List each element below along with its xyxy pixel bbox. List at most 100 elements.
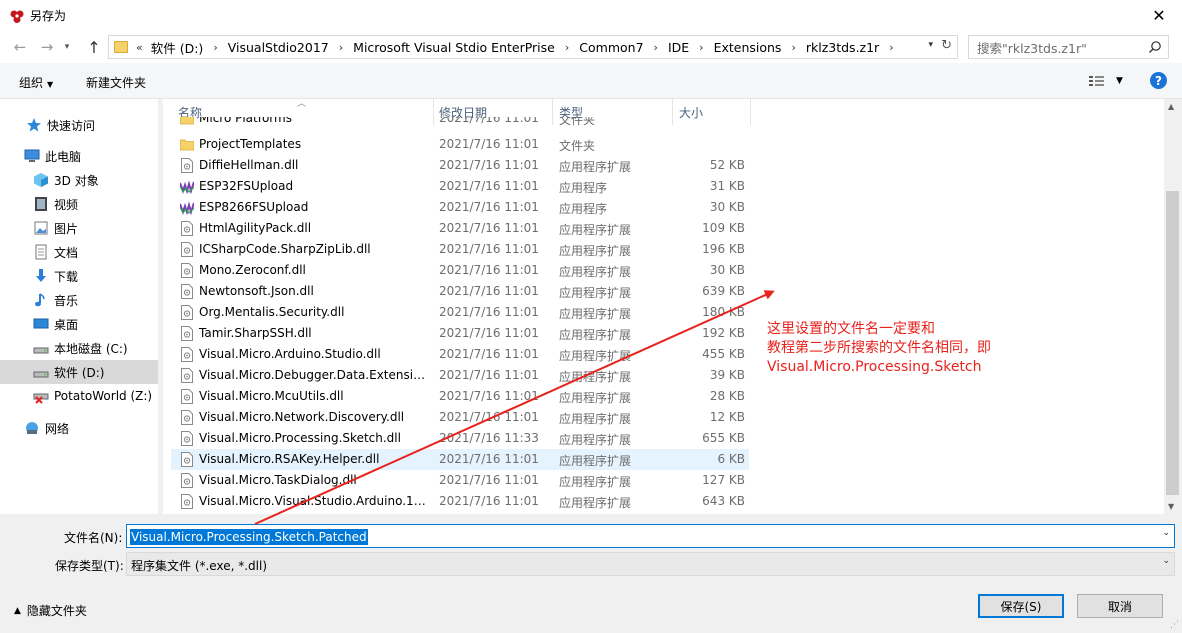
filetype-select[interactable]: 程序集文件 (*.exe, *.dll) ⌄: [126, 552, 1175, 576]
search-icon[interactable]: [1148, 40, 1162, 54]
file-name: Visual.Micro.Network.Discovery.dll: [199, 410, 405, 424]
file-size: 52 KB: [709, 158, 745, 172]
file-row[interactable]: DiffieHellman.dll 2021/7/16 11:01 应用程序扩展 52…: [171, 155, 749, 176]
file-row[interactable]: Visual.Micro.Debugger.Data.Extensio... 20…: [171, 365, 749, 386]
file-row[interactable]: Micro Platforms 2021/7/16 11:01 文件夹: [171, 117, 749, 129]
breadcrumb-separator-icon[interactable]: ›: [339, 41, 343, 54]
file-name: Visual.Micro.McuUtils.dll: [199, 389, 344, 403]
filename-dropdown-chevron-icon[interactable]: ⌄: [1162, 528, 1170, 538]
column-divider[interactable]: [750, 99, 751, 125]
search-input[interactable]: 搜索"rklz3tds.z1r": [968, 35, 1169, 59]
filetype-label: 保存类型(T):: [55, 559, 124, 573]
sidebar-item[interactable]: 文档: [0, 240, 158, 264]
file-row[interactable]: ESP32FSUpload 2021/7/16 11:01 应用程序 31 KB: [171, 176, 749, 197]
file-row[interactable]: Tamir.SharpSSH.dll 2021/7/16 11:01 应用程序扩展 1…: [171, 323, 749, 344]
breadcrumb-item[interactable]: Common7: [579, 40, 643, 55]
scroll-down-icon[interactable]: ▼: [1168, 502, 1174, 511]
file-size: 12 KB: [709, 410, 745, 424]
vertical-scrollbar[interactable]: ▲ ▼: [1164, 99, 1181, 514]
new-folder-button[interactable]: 新建文件夹: [86, 74, 146, 91]
breadcrumb-separator-icon[interactable]: ›: [791, 41, 795, 54]
sidebar-item[interactable]: 快速访问: [0, 113, 158, 137]
back-arrow-icon[interactable]: ←: [10, 38, 30, 56]
file-row[interactable]: Visual.Micro.Visual.Studio.Arduino.15...…: [171, 491, 749, 512]
filetype-dropdown-chevron-icon[interactable]: ⌄: [1162, 556, 1170, 566]
file-size: 39 KB: [709, 368, 745, 382]
view-options-button[interactable]: ▼: [1088, 73, 1124, 89]
filename-input[interactable]: Visual.Micro.Processing.Sketch.Patched ⌄: [126, 524, 1175, 548]
file-row[interactable]: Newtonsoft.Json.dll 2021/7/16 11:01 应用程序扩展…: [171, 281, 749, 302]
breadcrumb: « 软件 (D:) › VisualStdio2017 › Microsoft Visu…: [136, 38, 904, 57]
breadcrumb-separator-icon[interactable]: ›: [699, 41, 703, 54]
breadcrumb-item[interactable]: 软件 (D:): [151, 38, 204, 57]
file-row[interactable]: Visual.Micro.RSAKey.Helper.dll 2021/7/16 …: [171, 449, 749, 470]
file-row[interactable]: ICSharpCode.SharpZipLib.dll 2021/7/16 11:…: [171, 239, 749, 260]
sidebar-item[interactable]: 3D 对象: [0, 168, 158, 192]
dll-icon: [180, 158, 194, 173]
sidebar-item[interactable]: 图片: [0, 216, 158, 240]
sidebar-item-label: 图片: [54, 221, 79, 236]
address-dropdown-chevron-icon[interactable]: ▾: [928, 40, 933, 50]
sidebar-item[interactable]: 下载: [0, 264, 158, 288]
file-row[interactable]: HtmlAgilityPack.dll 2021/7/16 11:01 应用程序扩展…: [171, 218, 749, 239]
breadcrumb-separator-icon[interactable]: ›: [654, 41, 658, 54]
file-row[interactable]: ProjectTemplates 2021/7/16 11:01 文件夹: [171, 134, 749, 155]
sidebar-item[interactable]: 桌面: [0, 312, 158, 336]
breadcrumb-item[interactable]: Microsoft Visual Stdio EnterPrise: [353, 40, 555, 55]
resize-grip-icon[interactable]: ⋰: [1170, 620, 1179, 630]
sidebar-item[interactable]: 视频: [0, 192, 158, 216]
file-date: 2021/7/16 11:01: [439, 200, 539, 214]
breadcrumb-item[interactable]: Extensions: [714, 40, 782, 55]
file-size: 30 KB: [709, 263, 745, 277]
breadcrumb-item[interactable]: IDE: [668, 40, 689, 55]
file-row[interactable]: Visual.Micro.Network.Discovery.dll 2021/7…: [171, 407, 749, 428]
file-row[interactable]: Visual.Micro.TaskDialog.dll 2021/7/16 11:…: [171, 470, 749, 491]
file-row[interactable]: Visual.Micro.Processing.Sketch.dll 2021/7…: [171, 428, 749, 449]
sidebar-item[interactable]: PotatoWorld (Z:): [0, 384, 158, 408]
file-name: ESP8266FSUpload: [199, 200, 309, 214]
sidebar-item[interactable]: 此电脑: [0, 144, 158, 168]
sidebar-item-label: 快速访问: [47, 118, 96, 133]
file-size: 455 KB: [702, 347, 745, 361]
file-row[interactable]: Org.Mentalis.Security.dll 2021/7/16 11:01…: [171, 302, 749, 323]
breadcrumb-item[interactable]: rklz3tds.z1r: [806, 40, 879, 55]
address-bar[interactable]: « 软件 (D:) › VisualStdio2017 › Microsoft Visu…: [108, 35, 958, 59]
breadcrumb-separator-icon[interactable]: ›: [565, 41, 569, 54]
dll-icon: [180, 221, 194, 236]
file-row[interactable]: ESP8266FSUpload 2021/7/16 11:01 应用程序 30 KB: [171, 197, 749, 218]
file-type: 应用程序扩展: [559, 307, 632, 321]
network-drive-icon: [33, 388, 49, 404]
sidebar-item[interactable]: 软件 (D:): [0, 360, 158, 384]
up-arrow-icon[interactable]: ↑: [84, 38, 104, 57]
chevron-down-icon: ▼: [47, 80, 54, 89]
cancel-button[interactable]: 取消: [1077, 594, 1163, 618]
organize-button[interactable]: 组织 ▼: [19, 74, 53, 91]
breadcrumb-overflow-icon[interactable]: «: [136, 41, 143, 54]
breadcrumb-separator-icon[interactable]: ›: [889, 41, 893, 54]
file-row[interactable]: Visual.Micro.Arduino.Studio.dll 2021/7/16…: [171, 344, 749, 365]
breadcrumb-separator-icon[interactable]: ›: [213, 41, 217, 54]
folder-icon: [179, 117, 195, 126]
close-button[interactable]: ✕: [1136, 0, 1182, 31]
refresh-icon[interactable]: ↻: [941, 38, 952, 53]
forward-arrow-icon[interactable]: →: [37, 38, 57, 56]
hide-folders-toggle[interactable]: ▲ 隐藏文件夹: [14, 602, 87, 619]
dll-icon: [180, 368, 194, 383]
file-name: Visual.Micro.TaskDialog.dll: [199, 473, 357, 487]
file-row[interactable]: Visual.Micro.McuUtils.dll 2021/7/16 11:01…: [171, 386, 749, 407]
file-type: 应用程序扩展: [559, 412, 632, 426]
file-row[interactable]: Mono.Zeroconf.dll 2021/7/16 11:01 应用程序扩展 30…: [171, 260, 749, 281]
scrollbar-thumb[interactable]: [1166, 191, 1179, 495]
sidebar-item[interactable]: 音乐: [0, 288, 158, 312]
recent-locations-chevron-icon[interactable]: ▾: [60, 38, 74, 56]
breadcrumb-item[interactable]: VisualStdio2017: [228, 40, 329, 55]
sidebar-item[interactable]: 本地磁盘 (C:): [0, 336, 158, 360]
save-button[interactable]: 保存(S): [978, 594, 1064, 618]
sidebar-item[interactable]: 网络: [0, 416, 158, 440]
help-icon[interactable]: ?: [1150, 72, 1167, 89]
file-size: 6 KB: [717, 452, 745, 466]
scroll-up-icon[interactable]: ▲: [1168, 102, 1174, 111]
file-date: 2021/7/16 11:01: [439, 389, 539, 403]
music-icon: [33, 292, 49, 308]
file-type: 应用程序扩展: [559, 244, 632, 258]
